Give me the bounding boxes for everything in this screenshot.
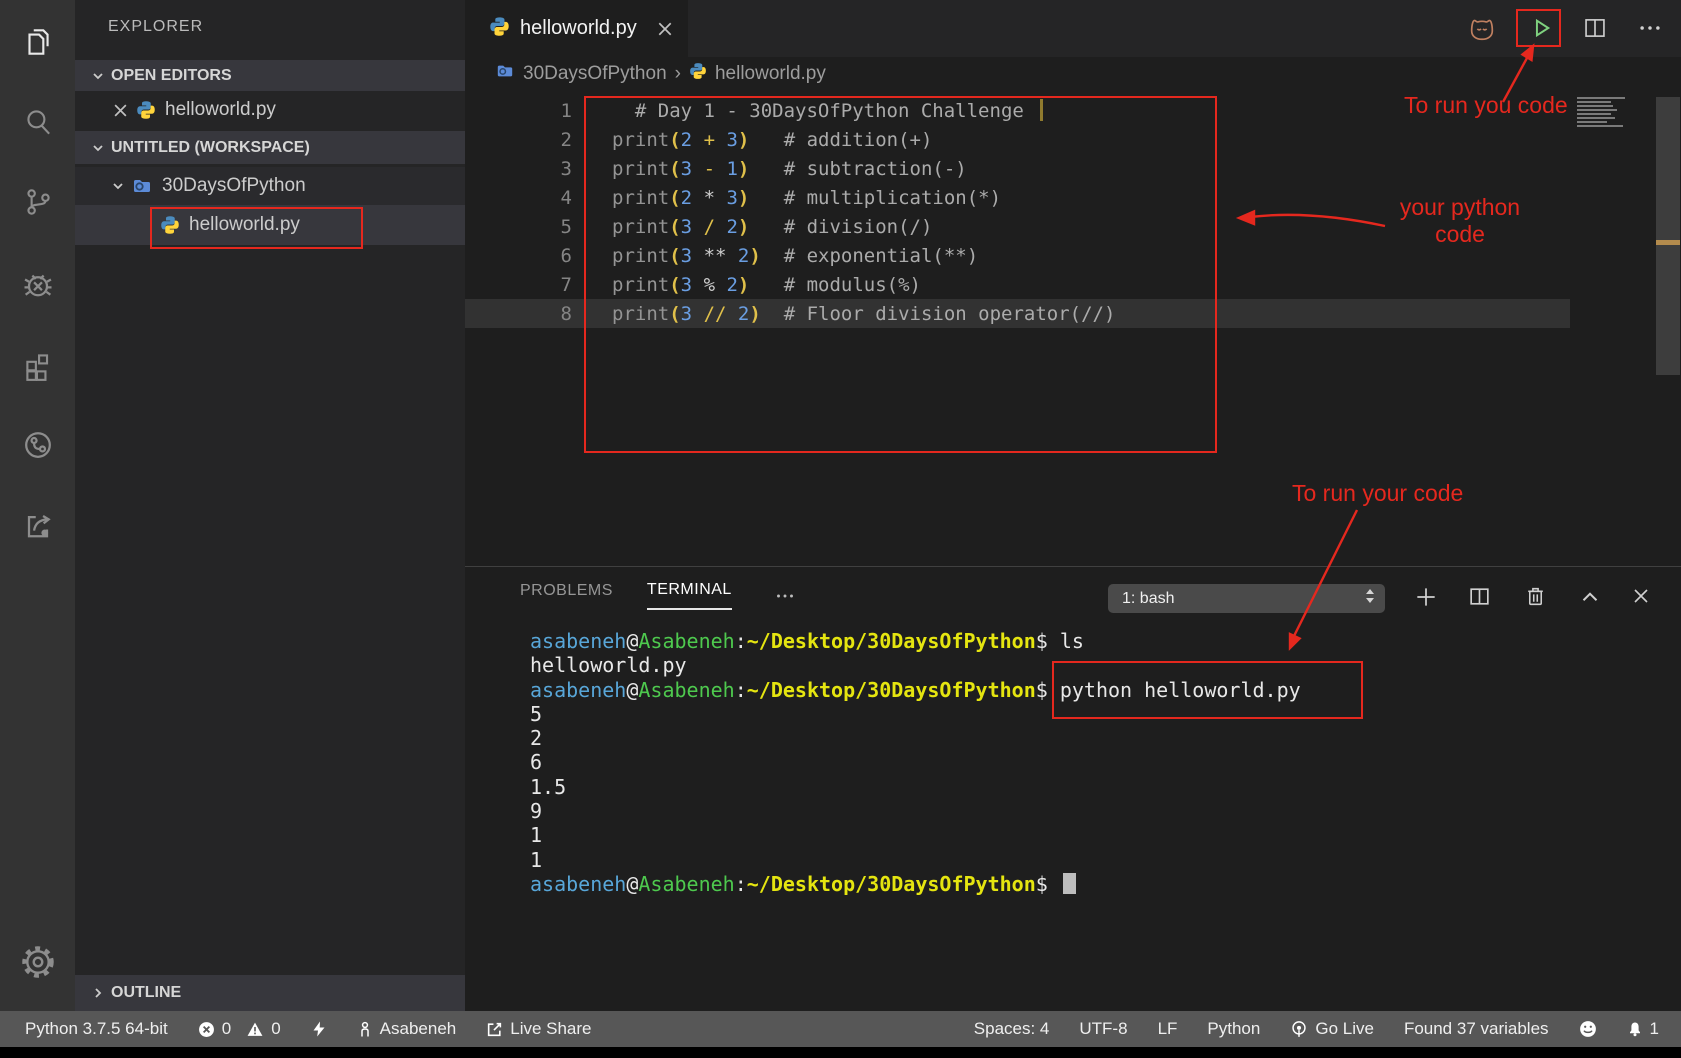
- chevron-right-icon: [91, 986, 105, 1000]
- python-file-icon: [136, 100, 156, 120]
- status-problems[interactable]: 0 0: [198, 1019, 281, 1039]
- terminal-cursor: [1063, 873, 1076, 894]
- broadcast-icon: [1290, 1020, 1308, 1038]
- annotation-box-sidebar-file: [150, 207, 363, 249]
- kill-terminal-icon[interactable]: [1523, 584, 1548, 609]
- annotation-your-python-code: your python code: [1380, 194, 1540, 248]
- status-found-variables[interactable]: Found 37 variables: [1404, 1019, 1549, 1039]
- more-actions-icon[interactable]: [1633, 9, 1667, 47]
- status-python-version[interactable]: Python 3.7.5 64-bit: [25, 1019, 168, 1039]
- annotation-boxed-command: python helloworld.py: [1060, 678, 1301, 702]
- terminal-line: asabeneh@Asabeneh:~/Desktop/30DaysOfPyth…: [530, 678, 1301, 702]
- terminal-line: 2: [530, 726, 1301, 750]
- open-editor-item[interactable]: helloworld.py: [75, 92, 465, 128]
- live-share-icon: [486, 1021, 503, 1038]
- annotation-box-run-button: [1516, 9, 1561, 47]
- open-editor-filename: helloworld.py: [165, 99, 276, 121]
- extensions-icon[interactable]: [0, 333, 75, 397]
- minimap[interactable]: [1577, 97, 1627, 129]
- tab-title: helloworld.py: [520, 17, 637, 40]
- overview-ruler-mark: [1656, 240, 1680, 245]
- breadcrumb-file[interactable]: helloworld.py: [715, 63, 826, 85]
- status-live-share[interactable]: Live Share: [486, 1019, 591, 1039]
- panel: PROBLEMS TERMINAL 1: bash asabeneh@: [465, 566, 1681, 1011]
- close-icon[interactable]: [113, 103, 128, 118]
- status-spaces[interactable]: Spaces: 4: [974, 1019, 1050, 1039]
- folder-name: 30DaysOfPython: [162, 175, 306, 197]
- tab-terminal[interactable]: TERMINAL: [647, 581, 732, 610]
- cat-icon[interactable]: [1465, 9, 1499, 47]
- annotation-run-top: To run you code: [1404, 92, 1584, 119]
- select-arrows-icon: [1365, 587, 1375, 610]
- close-panel-icon[interactable]: [1629, 584, 1653, 608]
- terminal-line: 1: [530, 848, 1301, 872]
- breadcrumb[interactable]: 30DaysOfPython › helloworld.py: [495, 57, 826, 91]
- open-editors-header[interactable]: OPEN EDITORS: [75, 60, 465, 91]
- breadcrumb-separator: ›: [675, 63, 681, 85]
- tab-helloworld[interactable]: helloworld.py: [465, 0, 688, 57]
- sidebar-title: EXPLORER: [108, 18, 203, 36]
- status-bar: Python 3.7.5 64-bit 0 0 Asabeneh Live Sh…: [0, 1011, 1681, 1047]
- status-notifications[interactable]: 1: [1627, 1019, 1659, 1039]
- workspace-header[interactable]: UNTITLED (WORKSPACE): [75, 131, 465, 164]
- shell-selector[interactable]: 1: bash: [1108, 584, 1385, 613]
- split-editor-icon[interactable]: [1578, 9, 1612, 47]
- vscode-window: EXPLORER OPEN EDITORS helloworld.py UNTI…: [0, 0, 1681, 1058]
- status-language[interactable]: Python: [1207, 1019, 1260, 1039]
- bell-icon: [1627, 1020, 1643, 1038]
- smiley-icon: [1579, 1020, 1597, 1038]
- outline-header[interactable]: OUTLINE: [75, 975, 465, 1011]
- tab-strip: helloworld.py: [465, 0, 1681, 57]
- terminal-line: 9: [530, 799, 1301, 823]
- python-file-icon: [689, 62, 707, 86]
- status-lightning[interactable]: [311, 1020, 327, 1038]
- status-go-live[interactable]: Go Live: [1290, 1019, 1374, 1039]
- person-icon: [357, 1020, 373, 1038]
- chevron-down-icon: [91, 141, 105, 155]
- folder-icon: [495, 62, 515, 86]
- new-terminal-icon[interactable]: [1413, 584, 1439, 610]
- share-icon[interactable]: [0, 493, 75, 557]
- source-control-icon[interactable]: [0, 170, 75, 234]
- folder-item[interactable]: 30DaysOfPython: [75, 167, 465, 205]
- settings-gear-icon[interactable]: [0, 930, 75, 994]
- annotation-box-code: [584, 96, 1217, 453]
- warning-icon: [246, 1021, 264, 1038]
- explorer-sidebar: EXPLORER OPEN EDITORS helloworld.py UNTI…: [75, 0, 465, 1011]
- activity-bar: [0, 0, 75, 1011]
- status-eol[interactable]: LF: [1158, 1019, 1178, 1039]
- python-file-icon: [489, 16, 510, 42]
- split-terminal-icon[interactable]: [1467, 584, 1492, 609]
- terminal-line: asabeneh@Asabeneh:~/Desktop/30DaysOfPyth…: [530, 629, 1301, 653]
- terminal-line: 1.5: [530, 775, 1301, 799]
- lightning-icon: [311, 1020, 327, 1038]
- terminal-output[interactable]: asabeneh@Asabeneh:~/Desktop/30DaysOfPyth…: [530, 629, 1301, 896]
- terminal-line: asabeneh@Asabeneh:~/Desktop/30DaysOfPyth…: [530, 872, 1301, 896]
- panel-more-icon[interactable]: [772, 583, 798, 609]
- chevron-down-icon: [111, 179, 125, 193]
- error-icon: [198, 1021, 215, 1038]
- status-user[interactable]: Asabeneh: [357, 1019, 457, 1039]
- status-feedback[interactable]: [1579, 1020, 1597, 1038]
- tab-problems[interactable]: PROBLEMS: [520, 582, 613, 609]
- chevron-down-icon: [91, 69, 105, 83]
- maximize-panel-icon[interactable]: [1577, 584, 1603, 610]
- close-icon[interactable]: [657, 21, 673, 37]
- terminal-line: 6: [530, 750, 1301, 774]
- terminal-line: 1: [530, 823, 1301, 847]
- live-share-icon[interactable]: [0, 413, 75, 477]
- breadcrumb-folder[interactable]: 30DaysOfPython: [523, 63, 667, 85]
- editor-scrollbar[interactable]: [1656, 97, 1680, 375]
- status-encoding[interactable]: UTF-8: [1079, 1019, 1127, 1039]
- debug-icon[interactable]: [0, 252, 75, 316]
- workspace-folder-icon: [131, 176, 153, 196]
- explorer-icon[interactable]: [0, 10, 75, 74]
- search-icon[interactable]: [0, 90, 75, 154]
- annotation-run-terminal: To run your code: [1292, 480, 1492, 507]
